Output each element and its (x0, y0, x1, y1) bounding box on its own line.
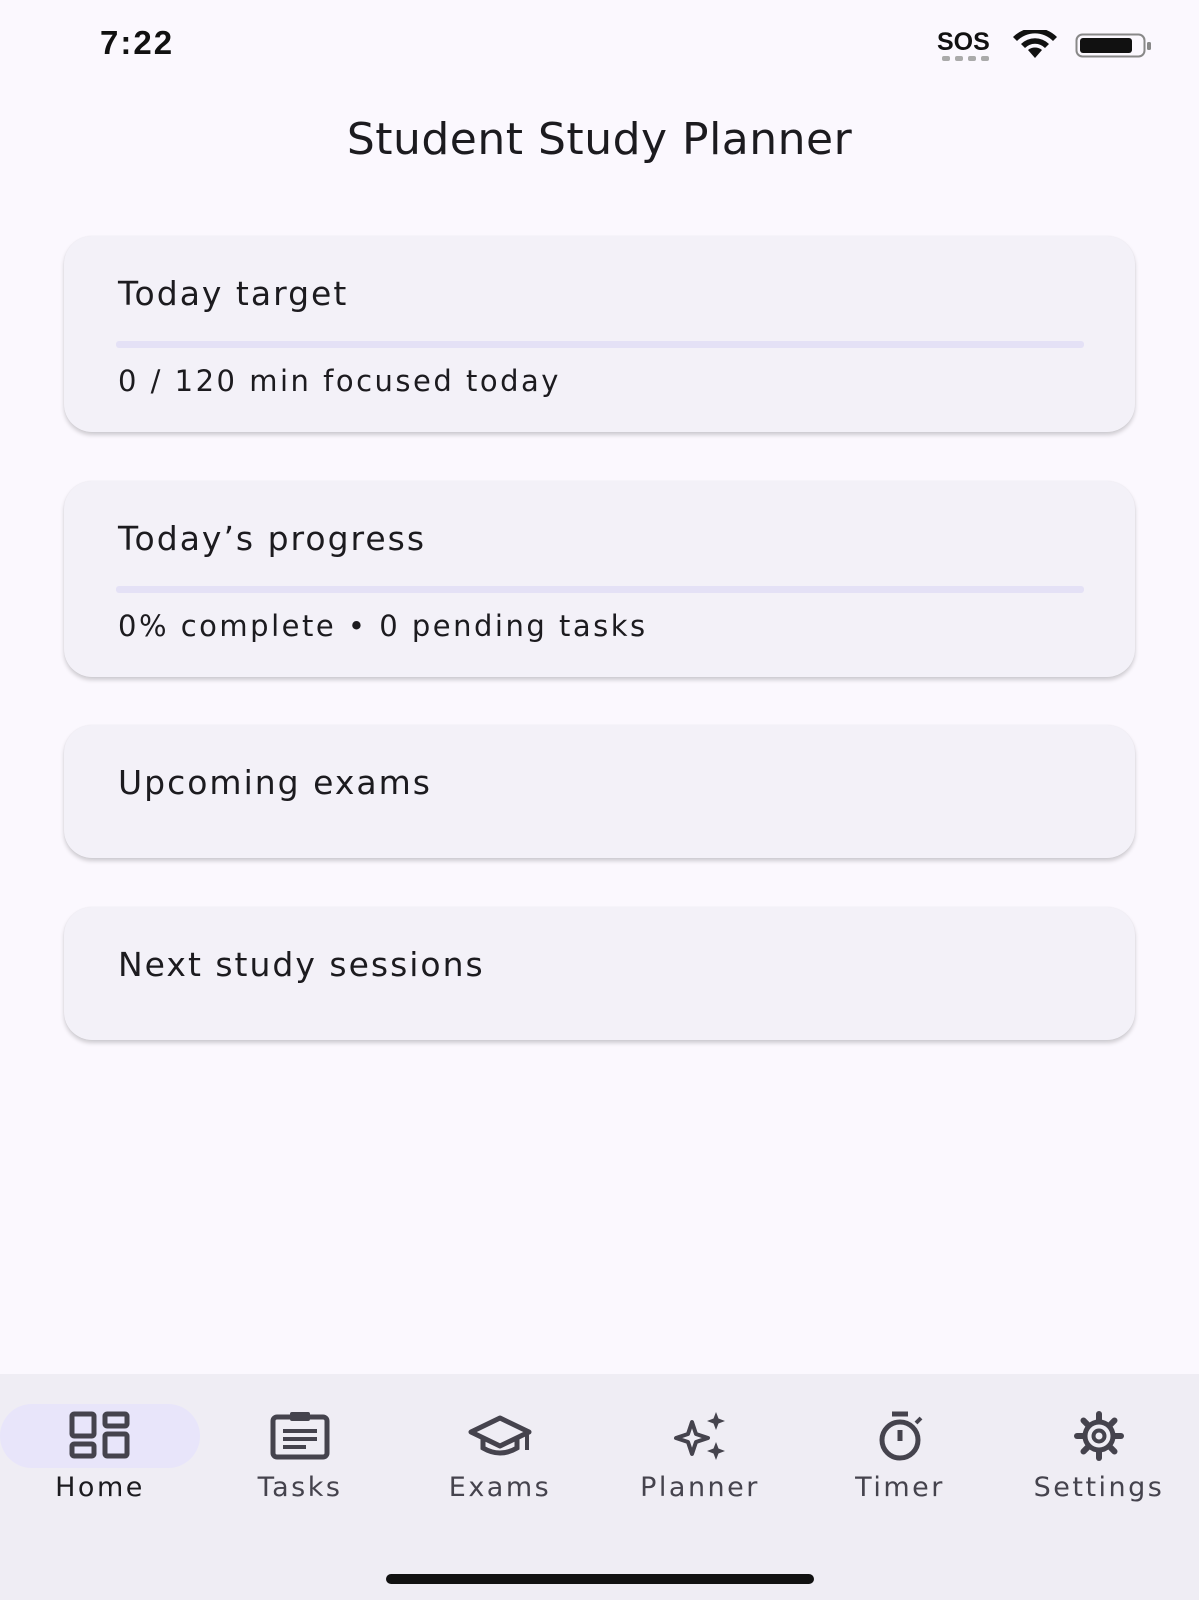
wifi-icon (1013, 30, 1057, 58)
sparkles-icon (674, 1412, 725, 1460)
nav-item-settings[interactable]: Settings (999, 1374, 1199, 1504)
nav-item-planner[interactable]: Planner (600, 1374, 800, 1504)
target-subtitle: 0 / 120 min focused today (118, 364, 561, 398)
nav-label: Settings (1033, 1472, 1165, 1503)
sos-indicator: SOS (937, 28, 990, 56)
clipboard-icon (270, 1412, 330, 1460)
card-title: Upcoming exams (118, 763, 432, 802)
next-sessions-card[interactable]: Next study sessions (64, 907, 1135, 1040)
nav-item-timer[interactable]: Timer (800, 1374, 1000, 1504)
home-indicator (386, 1574, 814, 1584)
nav-label: Timer (855, 1472, 945, 1503)
card-title: Today target (118, 274, 349, 313)
nav-label: Planner (640, 1472, 760, 1503)
nav-label: Tasks (257, 1472, 343, 1503)
gear-icon (1074, 1411, 1124, 1461)
nav-item-home[interactable]: Home (0, 1374, 200, 1504)
daily-progress-bar (116, 586, 1084, 593)
card-title: Today’s progress (118, 519, 427, 558)
battery-icon (1075, 33, 1151, 58)
progress-subtitle: 0% complete • 0 pending tasks (118, 609, 648, 643)
today-target-card[interactable]: Today target 0 / 120 min focused today (64, 236, 1135, 432)
bottom-navigation: Home Tasks Exams Planner Timer Settings (0, 1374, 1199, 1600)
upcoming-exams-card[interactable]: Upcoming exams (64, 725, 1135, 858)
today-progress-card[interactable]: Today’s progress 0% complete • 0 pending… (64, 481, 1135, 677)
nav-label: Home (55, 1472, 145, 1503)
nav-item-exams[interactable]: Exams (400, 1374, 600, 1504)
dashboard-icon (69, 1411, 130, 1459)
nav-item-tasks[interactable]: Tasks (200, 1374, 400, 1504)
card-title: Next study sessions (118, 945, 485, 984)
status-time: 7:22 (100, 24, 175, 61)
target-progress-bar (116, 341, 1084, 348)
graduation-cap-icon (468, 1415, 532, 1456)
signal-dots-icon (942, 56, 989, 61)
stopwatch-icon (879, 1411, 923, 1461)
status-bar: 7:22 SOS (0, 0, 1199, 90)
page-title: Student Study Planner (346, 114, 853, 165)
nav-label: Exams (448, 1472, 552, 1503)
